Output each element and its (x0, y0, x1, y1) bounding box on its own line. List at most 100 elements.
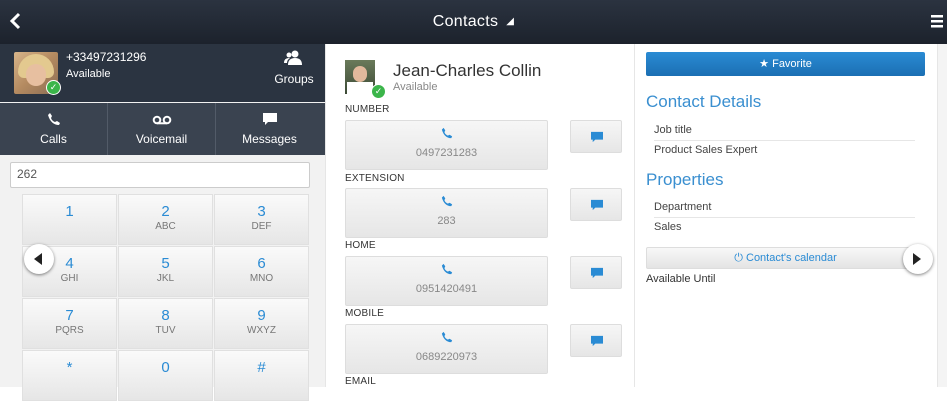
key-digit: 3 (257, 203, 266, 220)
home-value: 0951420491 (415, 283, 478, 295)
favorite-button[interactable]: ★ Favorite (646, 52, 925, 76)
vertical-scrollbar[interactable] (937, 44, 947, 387)
key-digit: 5 (161, 255, 170, 272)
key-3[interactable]: 3 DEF (214, 194, 309, 245)
key-9[interactable]: 9 WXYZ (214, 298, 309, 349)
message-icon (591, 131, 603, 143)
tab-calls[interactable]: Calls (0, 103, 108, 155)
tab-calls-label: Calls (40, 132, 67, 146)
department-value: Sales (654, 221, 682, 233)
dropdown-triangle-icon: ◢ (506, 16, 515, 28)
main-nav: Calls Voicemail Messages (0, 103, 325, 155)
message-icon (262, 113, 277, 125)
dial-number-input[interactable] (11, 163, 313, 185)
phone-icon (47, 113, 60, 125)
key-digit: # (257, 359, 266, 376)
key-0[interactable]: 0 (118, 350, 213, 401)
mobile-value: 0689220973 (415, 351, 478, 363)
right-arrow-icon (913, 253, 921, 265)
key-letters: WXYZ (247, 325, 276, 336)
dial-number-field[interactable] (10, 162, 313, 188)
key-5[interactable]: 5 JKL (118, 246, 213, 297)
calendar-button-label: Contact's calendar (746, 252, 837, 264)
contact-numbers-panel: ✓ Jean-Charles Collin Available NUMBER 0… (335, 44, 633, 387)
my-phone-number: +33497231296 (66, 50, 147, 64)
extension-label: EXTENSION (345, 173, 405, 184)
groups-label: Groups (274, 72, 314, 86)
properties-title: Properties (646, 170, 724, 189)
message-extension-button[interactable] (570, 188, 622, 221)
department-label: Department (654, 201, 915, 218)
contacts-calendar-button[interactable]: ⏻ Contact's calendar (646, 247, 925, 269)
key-digit: * (66, 359, 73, 376)
groups-button[interactable]: Groups (268, 48, 320, 98)
key-1[interactable]: 1 (22, 194, 117, 245)
dialer-panel: ✓ +33497231296 Available Groups Calls Vo… (0, 44, 325, 401)
key-digit: 6 (257, 255, 266, 272)
contact-details-panel: ★ Favorite Contact Details Job title Pro… (636, 44, 937, 387)
message-icon (591, 267, 603, 279)
key-digit: 2 (161, 203, 170, 220)
available-status-icon: ✓ (371, 84, 386, 99)
message-number-button[interactable] (570, 120, 622, 153)
job-title-value: Product Sales Expert (654, 144, 758, 156)
contact-status: Available (393, 81, 438, 93)
email-label: EMAIL (345, 376, 377, 387)
call-mobile-button[interactable]: 0689220973 (345, 324, 548, 374)
favorite-label: Favorite (772, 58, 812, 70)
home-label: HOME (345, 240, 376, 251)
key-digit: 0 (161, 359, 170, 376)
call-number-button[interactable]: 0497231283 (345, 120, 548, 170)
key-2[interactable]: 2 ABC (118, 194, 213, 245)
mobile-label: MOBILE (345, 308, 384, 319)
key-digit: 1 (65, 203, 74, 220)
key-digit: 8 (161, 307, 170, 324)
my-profile: ✓ +33497231296 Available Groups (0, 44, 325, 102)
key-digit: 9 (257, 307, 266, 324)
my-status: Available (66, 68, 111, 80)
star-icon: ★ (759, 58, 770, 70)
message-icon (591, 199, 603, 211)
key-letters: PQRS (55, 325, 84, 336)
key-letters: DEF (251, 221, 272, 232)
key-letters: JKL (156, 273, 175, 284)
page-title-text: Contacts (432, 13, 499, 30)
divider (325, 44, 326, 387)
message-mobile-button[interactable] (570, 324, 622, 357)
key-star[interactable]: * (22, 350, 117, 401)
key-hash[interactable]: # (214, 350, 309, 401)
contact-name: Jean-Charles Collin (393, 61, 542, 80)
extension-value: 283 (437, 215, 456, 227)
key-6[interactable]: 6 MNO (214, 246, 309, 297)
my-avatar: ✓ (14, 52, 61, 95)
previous-pane-button[interactable] (24, 244, 54, 274)
tab-messages[interactable]: Messages (216, 103, 323, 155)
tab-messages-label: Messages (242, 132, 297, 146)
key-letters: MNO (249, 273, 274, 284)
phone-icon (441, 263, 452, 275)
key-letters: GHI (60, 273, 79, 284)
job-title-label: Job title (654, 124, 915, 141)
available-until-label: Available Until (646, 273, 716, 285)
tab-voicemail[interactable]: Voicemail (108, 103, 216, 155)
available-status-icon: ✓ (46, 80, 61, 95)
number-label: NUMBER (345, 104, 390, 115)
key-letters: TUV (155, 325, 176, 336)
tab-voicemail-label: Voicemail (135, 132, 188, 146)
page-title[interactable]: Contacts ◢ (0, 13, 947, 31)
key-letters: ABC (155, 221, 176, 232)
next-pane-button[interactable] (903, 244, 933, 274)
message-home-button[interactable] (570, 256, 622, 289)
phone-icon (441, 331, 452, 343)
divider (634, 44, 635, 387)
key-8[interactable]: 8 TUV (118, 298, 213, 349)
phone-icon (441, 195, 452, 207)
phone-icon (441, 127, 452, 139)
voicemail-icon (152, 115, 171, 125)
key-7[interactable]: 7 PQRS (22, 298, 117, 349)
power-icon: ⏻ (734, 252, 743, 264)
call-extension-button[interactable]: 283 (345, 188, 548, 238)
hamburger-menu-icon[interactable] (931, 14, 943, 28)
call-home-button[interactable]: 0951420491 (345, 256, 548, 306)
left-arrow-icon (34, 253, 42, 265)
